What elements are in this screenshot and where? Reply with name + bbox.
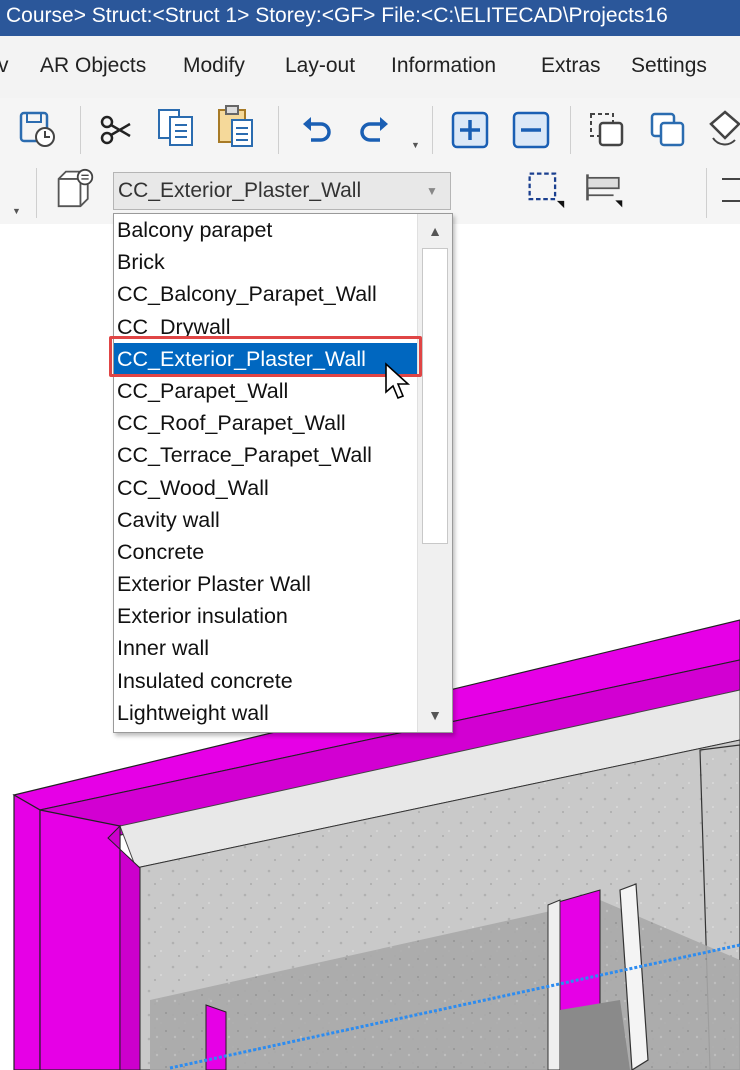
scroll-up-icon[interactable]: ▲ <box>418 214 452 248</box>
list-item[interactable]: CC_Terrace_Parapet_Wall <box>114 439 418 471</box>
main-toolbar: ▼ <box>0 98 740 162</box>
menu-lines-icon-bottom <box>722 200 740 202</box>
dropdown-scrollbar[interactable]: ▲ ▼ <box>417 214 452 732</box>
rectangle-select-icon[interactable] <box>526 170 566 210</box>
wall-type-combobox[interactable]: CC_Exterior_Plaster_Wall ▼ <box>113 172 451 210</box>
menu-item-information[interactable]: Information <box>391 54 496 78</box>
toolbar-separator <box>432 106 433 154</box>
redo-icon[interactable] <box>354 110 394 150</box>
list-item[interactable]: Exterior insulation <box>114 600 418 632</box>
list-item[interactable]: CC_Balcony_Parapet_Wall <box>114 278 418 310</box>
toolbar-separator <box>36 168 37 218</box>
menu-lines-icon[interactable] <box>722 178 740 180</box>
mouse-cursor-icon <box>384 362 414 407</box>
toolbar-overflow-icon[interactable]: ▼ <box>12 206 21 216</box>
toolbar-separator <box>80 106 81 154</box>
paste-icon[interactable] <box>216 105 256 147</box>
list-item[interactable]: Inner wall <box>114 632 418 664</box>
toolbar-separator <box>570 106 571 154</box>
menu-item-view[interactable]: v <box>0 54 9 78</box>
rotate-icon[interactable] <box>705 108 740 148</box>
menu-item-layout[interactable]: Lay-out <box>285 54 355 78</box>
title-text: Course> Struct:<Struct 1> Storey:<GF> Fi… <box>6 4 668 27</box>
list-item[interactable]: Insulated concrete <box>114 665 418 697</box>
cut-icon[interactable] <box>96 110 136 150</box>
duplicate-icon[interactable] <box>648 110 688 150</box>
dropdown-items: Balcony parapet Brick CC_Balcony_Parapet… <box>114 214 418 729</box>
toolbar-separator <box>278 106 279 154</box>
list-item[interactable]: Lightweight wall <box>114 697 418 729</box>
list-item[interactable]: Brick <box>114 246 418 278</box>
menu-item-settings[interactable]: Settings <box>631 54 707 78</box>
title-bar: Course> Struct:<Struct 1> Storey:<GF> Fi… <box>0 0 740 36</box>
selection-highlight-box <box>109 336 422 377</box>
chevron-down-icon[interactable]: ▼ <box>414 173 450 209</box>
list-item[interactable]: Concrete <box>114 536 418 568</box>
undo-icon[interactable] <box>297 110 337 150</box>
wall-type-dropdown-list: Balcony parapet Brick CC_Balcony_Parapet… <box>113 213 453 733</box>
wall-properties-icon[interactable] <box>55 168 95 208</box>
zoom-in-icon[interactable] <box>450 110 490 150</box>
zoom-out-icon[interactable] <box>511 110 551 150</box>
scroll-down-icon[interactable]: ▼ <box>418 698 452 732</box>
list-item[interactable]: CC_Wood_Wall <box>114 472 418 504</box>
menu-item-extras[interactable]: Extras <box>541 54 601 78</box>
wall-alignment-icon[interactable] <box>584 170 624 210</box>
menu-item-modify[interactable]: Modify <box>183 54 245 78</box>
menu-bar: v AR Objects Modify Lay-out Information … <box>0 36 740 98</box>
redo-dropdown-icon[interactable]: ▼ <box>411 140 420 150</box>
scrollbar-thumb[interactable] <box>422 248 448 544</box>
list-item[interactable]: Exterior Plaster Wall <box>114 568 418 600</box>
list-item[interactable]: CC_Parapet_Wall <box>114 375 418 407</box>
combo-value: CC_Exterior_Plaster_Wall <box>118 179 362 202</box>
list-item[interactable]: Balcony parapet <box>114 214 418 246</box>
list-item[interactable]: CC_Roof_Parapet_Wall <box>114 407 418 439</box>
select-window-icon[interactable] <box>587 110 627 150</box>
toolbar-separator <box>706 168 707 218</box>
list-item[interactable]: Cavity wall <box>114 504 418 536</box>
menu-item-ar-objects[interactable]: AR Objects <box>40 54 146 78</box>
save-history-icon[interactable] <box>18 110 58 150</box>
copy-icon[interactable] <box>156 108 196 148</box>
